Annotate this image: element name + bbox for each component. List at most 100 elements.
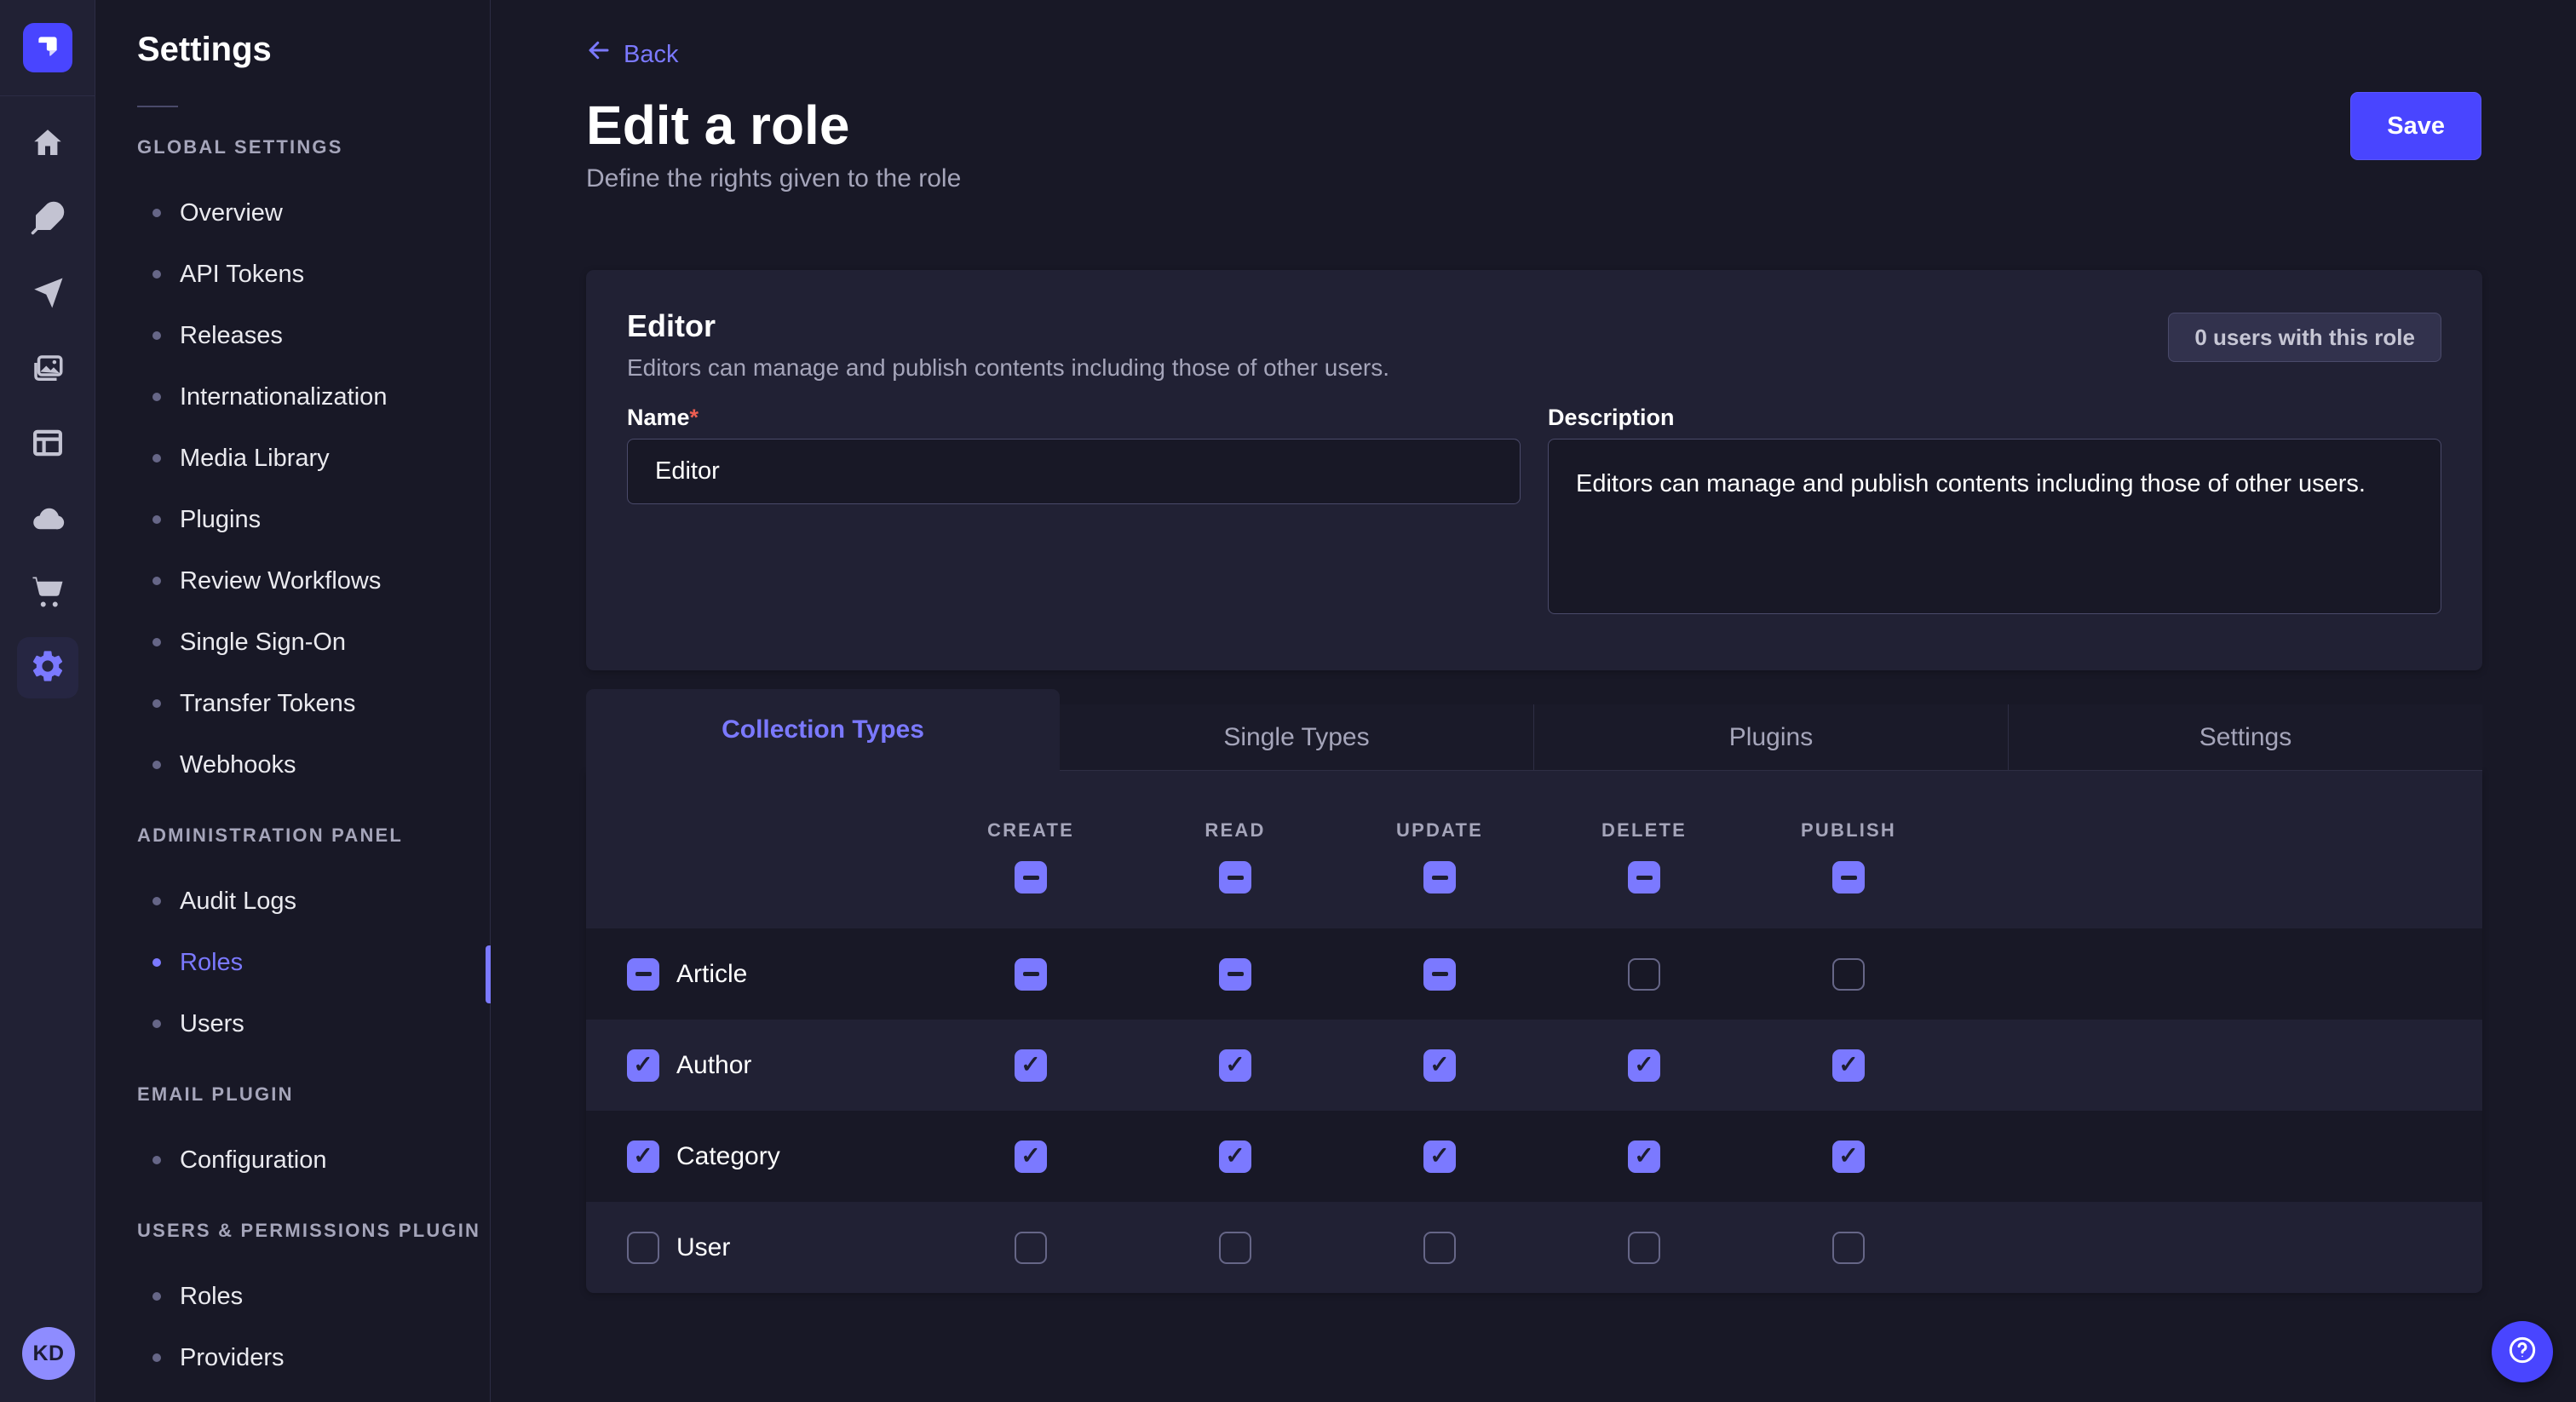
tab-single-types[interactable]: Single Types — [1060, 704, 1533, 771]
sidebar-item-up-roles[interactable]: Roles — [137, 1266, 490, 1327]
deploy-nav-button[interactable] — [0, 271, 95, 319]
sidebar-item-internationalization[interactable]: Internationalization — [137, 366, 490, 428]
checkbox-author-delete[interactable] — [1628, 1049, 1660, 1082]
checkbox-all-delete[interactable] — [1628, 861, 1660, 893]
column-header-delete: DELETE — [1601, 819, 1687, 842]
checkbox-user-update[interactable] — [1423, 1232, 1456, 1264]
checkbox-all-read[interactable] — [1219, 861, 1251, 893]
sidebar-item-users[interactable]: Users — [137, 993, 490, 1054]
subnav-divider — [137, 106, 178, 107]
users-with-role-button[interactable]: 0 users with this role — [2168, 313, 2441, 362]
bullet-icon — [152, 209, 161, 217]
section-global-settings: GLOBAL SETTINGS Overview API Tokens Rele… — [137, 135, 490, 796]
required-asterisk: * — [690, 405, 699, 430]
sidebar-item-single-sign-on[interactable]: Single Sign-On — [137, 612, 490, 673]
name-input[interactable] — [627, 439, 1521, 504]
bullet-icon — [152, 638, 161, 646]
checkbox-author-create[interactable] — [1015, 1049, 1047, 1082]
checkbox-category-read[interactable] — [1219, 1141, 1251, 1173]
feather-icon — [30, 200, 66, 240]
bullet-icon — [152, 897, 161, 905]
checkbox-article-create[interactable] — [1015, 958, 1047, 991]
images-icon — [30, 351, 66, 391]
permissions-header-row: CREATE READ UPDATE DELETE PUBLISH — [586, 771, 2482, 928]
sidebar-item-review-workflows[interactable]: Review Workflows — [137, 550, 490, 612]
bullet-icon — [152, 270, 161, 279]
content-manager-nav-button[interactable] — [0, 421, 95, 468]
checkbox-user-create[interactable] — [1015, 1232, 1047, 1264]
checkbox-category-delete[interactable] — [1628, 1141, 1660, 1173]
sidebar-item-releases[interactable]: Releases — [137, 305, 490, 366]
name-field-group: Name* — [627, 403, 1521, 618]
checkbox-all-create[interactable] — [1015, 861, 1047, 893]
marketplace-nav-button[interactable] — [0, 570, 95, 618]
back-arrow-icon — [586, 37, 612, 71]
tab-settings[interactable]: Settings — [2008, 704, 2482, 771]
home-nav-button[interactable] — [0, 121, 95, 169]
table-row-article: Article — [586, 928, 2482, 1020]
checkbox-all-publish[interactable] — [1832, 861, 1865, 893]
sidebar-item-audit-logs[interactable]: Audit Logs — [137, 871, 490, 932]
sidebar-item-roles-active[interactable]: Roles — [137, 932, 490, 993]
tab-collection-types[interactable]: Collection Types — [586, 689, 1060, 771]
checkbox-category-row[interactable] — [627, 1141, 659, 1173]
checkbox-category-create[interactable] — [1015, 1141, 1047, 1173]
checkbox-user-row[interactable] — [627, 1232, 659, 1264]
settings-nav-button[interactable] — [17, 637, 78, 698]
table-row-author: Author — [586, 1020, 2482, 1111]
paper-plane-icon — [30, 275, 66, 315]
column-header-create: CREATE — [987, 819, 1074, 842]
active-item-indicator — [486, 945, 491, 1003]
subnav-title: Settings — [137, 31, 490, 68]
checkbox-author-row[interactable] — [627, 1049, 659, 1082]
checkbox-author-publish[interactable] — [1832, 1049, 1865, 1082]
bullet-icon — [152, 1292, 161, 1301]
main-nav-rail: KD — [0, 0, 95, 1402]
save-button[interactable]: Save — [2350, 92, 2481, 160]
checkbox-user-read[interactable] — [1219, 1232, 1251, 1264]
checkbox-article-read[interactable] — [1219, 958, 1251, 991]
sidebar-item-up-providers[interactable]: Providers — [137, 1327, 490, 1388]
checkbox-user-delete[interactable] — [1628, 1232, 1660, 1264]
description-textarea[interactable]: Editors can manage and publish contents … — [1548, 439, 2441, 614]
strapi-logo-button[interactable] — [23, 23, 72, 72]
sidebar-item-media-library[interactable]: Media Library — [137, 428, 490, 489]
bullet-icon — [152, 761, 161, 769]
checkbox-article-row[interactable] — [627, 958, 659, 991]
column-header-update: UPDATE — [1396, 819, 1483, 842]
sidebar-item-transfer-tokens[interactable]: Transfer Tokens — [137, 673, 490, 734]
rail-divider — [0, 95, 95, 96]
checkbox-article-publish[interactable] — [1832, 958, 1865, 991]
checkbox-article-update[interactable] — [1423, 958, 1456, 991]
sidebar-item-plugins[interactable]: Plugins — [137, 489, 490, 550]
section-administration-panel: ADMINISTRATION PANEL Audit Logs Roles Us… — [137, 824, 490, 1054]
help-button[interactable] — [2492, 1321, 2553, 1382]
tab-plugins[interactable]: Plugins — [1533, 704, 2008, 771]
content-builder-nav-button[interactable] — [0, 196, 95, 244]
checkbox-author-update[interactable] — [1423, 1049, 1456, 1082]
media-library-nav-button[interactable] — [0, 347, 95, 394]
checkbox-author-read[interactable] — [1219, 1049, 1251, 1082]
section-users-permissions-plugin: USERS & PERMISSIONS PLUGIN Roles Provide… — [137, 1219, 490, 1388]
role-details-card: Editor Editors can manage and publish co… — [586, 270, 2482, 670]
name-field-label: Name* — [627, 403, 1521, 432]
user-avatar[interactable]: KD — [22, 1327, 75, 1380]
back-link[interactable]: Back — [586, 37, 678, 71]
bullet-icon — [152, 1353, 161, 1362]
sidebar-item-configuration[interactable]: Configuration — [137, 1129, 490, 1191]
row-label: Category — [676, 1142, 780, 1171]
sidebar-item-webhooks[interactable]: Webhooks — [137, 734, 490, 796]
cloud-nav-button[interactable] — [0, 497, 95, 544]
checkbox-article-delete[interactable] — [1628, 958, 1660, 991]
row-label: Author — [676, 1051, 751, 1080]
checkbox-all-update[interactable] — [1423, 861, 1456, 893]
checkbox-user-publish[interactable] — [1832, 1232, 1865, 1264]
sidebar-item-overview[interactable]: Overview — [137, 182, 490, 244]
bullet-icon — [152, 331, 161, 340]
permissions-tabs: Collection Types Single Types Plugins Se… — [586, 689, 2482, 771]
bullet-icon — [152, 1020, 161, 1028]
checkbox-category-publish[interactable] — [1832, 1141, 1865, 1173]
description-field-group: Description Editors can manage and publi… — [1548, 403, 2441, 618]
checkbox-category-update[interactable] — [1423, 1141, 1456, 1173]
sidebar-item-api-tokens[interactable]: API Tokens — [137, 244, 490, 305]
